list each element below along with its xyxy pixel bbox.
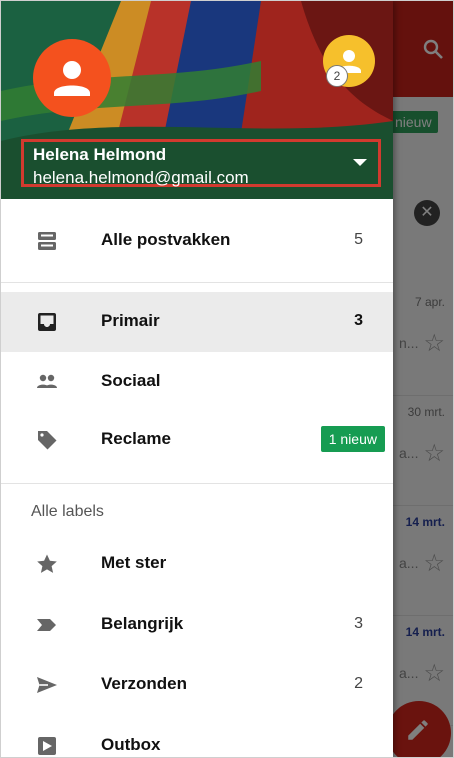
avatar[interactable] [33, 39, 111, 117]
unread-count: 3 [354, 312, 363, 329]
account-name: Helena Helmond [33, 145, 167, 164]
drawer-item-label: Outbox [101, 735, 161, 754]
new-items-badge: 1 nieuw [320, 426, 385, 452]
drawer-item-label: Reclame [101, 429, 171, 448]
drawer-item-sent[interactable]: Verzonden 2 [1, 655, 393, 715]
unread-count: 2 [354, 675, 363, 692]
person-icon [54, 61, 90, 96]
important-icon [37, 619, 56, 631]
account-count-badge: 2 [326, 65, 348, 87]
drawer-item-label: Alle postvakken [101, 230, 231, 249]
account-header: 2 Helena Helmond helena.helmond@gmail.co… [1, 1, 393, 199]
drawer-item-promotions[interactable]: Reclame 1 nieuw [1, 410, 393, 470]
drawer-item-starred[interactable]: Met ster [1, 534, 393, 594]
chevron-down-icon[interactable] [353, 159, 367, 166]
drawer-item-label: Sociaal [101, 371, 161, 390]
tag-icon [38, 431, 57, 450]
app-frame: nieuw ✕ 7 apr. n... ☆ 30 mrt. a... ☆ 14 … [0, 0, 454, 758]
drawer-item-social[interactable]: Sociaal [1, 352, 393, 412]
drawer-item-label: Verzonden [101, 674, 187, 693]
account-email: helena.helmond@gmail.com [33, 168, 249, 187]
unread-count: 3 [354, 615, 363, 632]
navigation-drawer: 2 Helena Helmond helena.helmond@gmail.co… [1, 1, 393, 757]
drawer-item-label: Primair [101, 311, 160, 330]
drawer-item-all-inboxes[interactable]: Alle postvakken 5 [1, 211, 393, 271]
send-icon [37, 677, 57, 693]
drawer-item-label: Met ster [101, 553, 167, 572]
divider [1, 483, 393, 484]
inbox-icon [38, 313, 56, 331]
drawer-item-label: Belangrijk [101, 614, 184, 633]
section-heading: Alle labels [31, 503, 104, 520]
people-icon [37, 374, 57, 388]
unread-count: 5 [354, 231, 363, 248]
all-inboxes-icon [38, 232, 56, 250]
outbox-icon [38, 737, 56, 755]
divider [1, 282, 393, 283]
star-icon [37, 554, 57, 573]
drawer-item-outbox[interactable]: Outbox [1, 716, 393, 757]
drawer-item-important[interactable]: Belangrijk 3 [1, 595, 393, 655]
drawer-item-primary[interactable]: Primair 3 [1, 292, 393, 352]
